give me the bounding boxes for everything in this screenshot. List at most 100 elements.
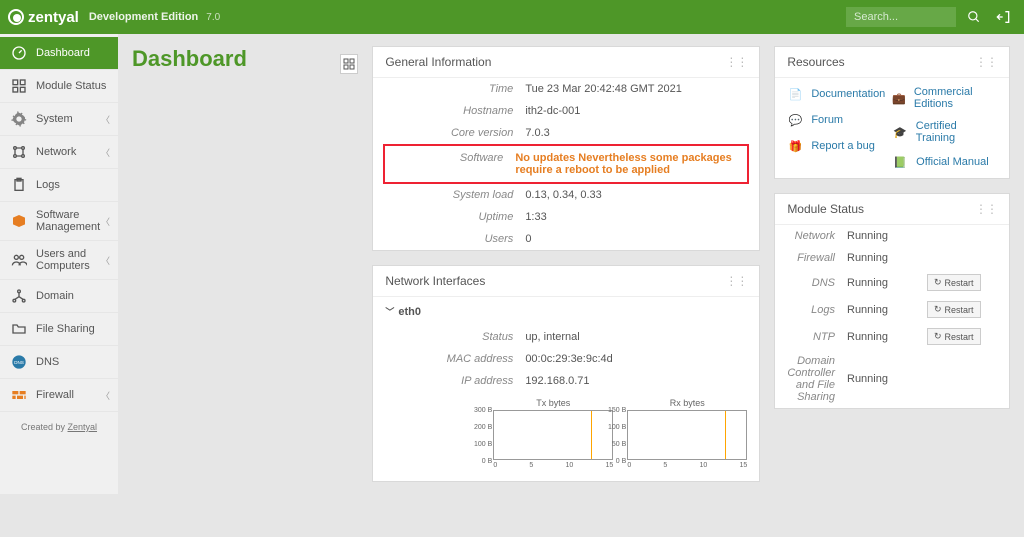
search-icon[interactable] [962, 5, 986, 29]
brand-logo[interactable]: zentyal Development Edition [8, 9, 198, 26]
sidebar-item-label: System [36, 113, 73, 125]
sidebar-item-dns[interactable]: DNS DNS [0, 346, 118, 379]
svg-text:DNS: DNS [14, 360, 24, 365]
module-name: Firewall [787, 252, 847, 264]
module-name: NTP [787, 331, 847, 343]
net-icon [10, 143, 28, 161]
label: Status [385, 331, 525, 343]
sidebar-item-label: Users and Computers [36, 248, 108, 272]
resource-link[interactable]: Certified Training [916, 120, 997, 144]
resource-link[interactable]: Official Manual [916, 156, 989, 168]
credit-link[interactable]: Zentyal [68, 422, 98, 432]
module-state: Running [847, 304, 927, 316]
chevron-left-icon: 〈 [101, 113, 110, 126]
drag-handle-icon[interactable]: ⋮⋮ [975, 55, 997, 69]
panel-title: Resources [787, 55, 844, 69]
sidebar-item-system[interactable]: System 〈 [0, 103, 118, 136]
module-row-domain-controller-and-file-sharing: Domain Controller and File SharingRunnin… [775, 350, 1009, 408]
wall-icon [10, 386, 28, 404]
brand-edition: Development Edition [89, 11, 198, 23]
module-name: Network [787, 230, 847, 242]
restart-button[interactable]: ↻Restart [927, 301, 981, 318]
software-update-link[interactable]: No updates Nevertheless some packages re… [515, 152, 731, 176]
module-state: Running [847, 277, 927, 289]
resource-forum[interactable]: 💬 Forum [787, 112, 892, 128]
resource-link[interactable]: Documentation [811, 88, 885, 100]
resource-certified-training[interactable]: 🎓 Certified Training [892, 120, 997, 144]
value: ith2-dc-001 [525, 105, 747, 117]
module-name: Domain Controller and File Sharing [787, 355, 847, 403]
label: MAC address [385, 353, 525, 365]
chevron-down-icon: ﹀ [385, 305, 394, 318]
resource-link[interactable]: Commercial Editions [914, 86, 997, 110]
sidebar-item-domain[interactable]: Domain [0, 280, 118, 313]
value: 0 [525, 233, 747, 245]
chat-icon: 💬 [787, 112, 803, 128]
value: 0.13, 0.34, 0.33 [525, 189, 747, 201]
topbar: zentyal Development Edition 7.0 [0, 0, 1024, 34]
label: Hostname [385, 105, 525, 117]
sidebar-item-dashboard[interactable]: Dashboard [0, 37, 118, 70]
resource-link[interactable]: Report a bug [811, 140, 875, 152]
sidebar-item-users-and-computers[interactable]: Users and Computers〈 [0, 241, 118, 280]
dashboard-layout-toggle[interactable] [340, 54, 359, 74]
resource-documentation[interactable]: 📄 Documentation [787, 86, 892, 102]
label: IP address [385, 375, 525, 387]
sidebar-item-firewall[interactable]: Firewall〈 [0, 379, 118, 412]
drag-handle-icon[interactable]: ⋮⋮ [725, 55, 747, 69]
chevron-left-icon: 〈 [101, 146, 110, 159]
chevron-left-icon: 〈 [101, 254, 110, 267]
module-state: Running [847, 230, 927, 242]
sidebar-item-file-sharing[interactable]: File Sharing [0, 313, 118, 346]
sidebar-item-network[interactable]: Network 〈 [0, 136, 118, 169]
restart-icon: ↻ [934, 277, 942, 288]
grad-icon: 🎓 [892, 124, 908, 140]
box-icon [10, 212, 28, 230]
doc-icon: 📄 [787, 86, 803, 102]
restart-button[interactable]: ↻Restart [927, 328, 981, 345]
panel-module-status: Module Status ⋮⋮ NetworkRunningFirewallR… [774, 193, 1010, 409]
sidebar-item-module-status[interactable]: Module Status [0, 70, 118, 103]
module-row-ntp: NTPRunning↻Restart [775, 323, 1009, 350]
book-icon: 📗 [892, 154, 908, 170]
drag-handle-icon[interactable]: ⋮⋮ [975, 202, 997, 216]
sidebar-item-label: Module Status [36, 80, 106, 92]
sidebar-item-software-management[interactable]: Software Management〈 [0, 202, 118, 241]
users-icon [10, 251, 28, 269]
panel-title: General Information [385, 55, 491, 69]
module-row-dns: DNSRunning↻Restart [775, 269, 1009, 296]
sidebar-item-label: Dashboard [36, 47, 90, 59]
module-row-firewall: FirewallRunning [775, 247, 1009, 269]
drag-handle-icon[interactable]: ⋮⋮ [725, 274, 747, 288]
domain-icon [10, 287, 28, 305]
sidebar-item-logs[interactable]: Logs [0, 169, 118, 202]
label: Uptime [385, 211, 525, 223]
restart-button[interactable]: ↻Restart [927, 274, 981, 291]
module-row-logs: LogsRunning↻Restart [775, 296, 1009, 323]
resource-report-a-bug[interactable]: 🎁 Report a bug [787, 138, 892, 154]
value: 7.0.3 [525, 127, 747, 139]
sidebar-item-label: Software Management [36, 209, 108, 233]
sidebar-item-label: Network [36, 146, 76, 158]
sidebar-item-label: Domain [36, 290, 74, 302]
panel-title: Module Status [787, 202, 864, 216]
interface-toggle[interactable]: ﹀eth0 [373, 297, 759, 326]
logo-icon [8, 9, 24, 25]
panel-title: Network Interfaces [385, 274, 485, 288]
chevron-left-icon: 〈 [101, 215, 110, 228]
panel-network-interfaces: Network Interfaces ⋮⋮ ﹀eth0 Statusup, in… [372, 265, 760, 482]
folder-icon [10, 320, 28, 338]
resource-official-manual[interactable]: 📗 Official Manual [892, 154, 997, 170]
logout-icon[interactable] [992, 5, 1016, 29]
bug-icon: 🎁 [787, 138, 803, 154]
resource-commercial-editions[interactable]: 💼Commercial Editions [892, 86, 997, 110]
module-state: Running [847, 331, 927, 343]
sidebar-item-label: DNS [36, 356, 59, 368]
label: Time [385, 83, 525, 95]
search-input[interactable] [846, 7, 956, 27]
label: Users [385, 233, 525, 245]
module-state: Running [847, 373, 927, 385]
sidebar-item-label: Logs [36, 179, 60, 191]
resource-link[interactable]: Forum [811, 114, 843, 126]
brand-name: zentyal [28, 9, 79, 26]
